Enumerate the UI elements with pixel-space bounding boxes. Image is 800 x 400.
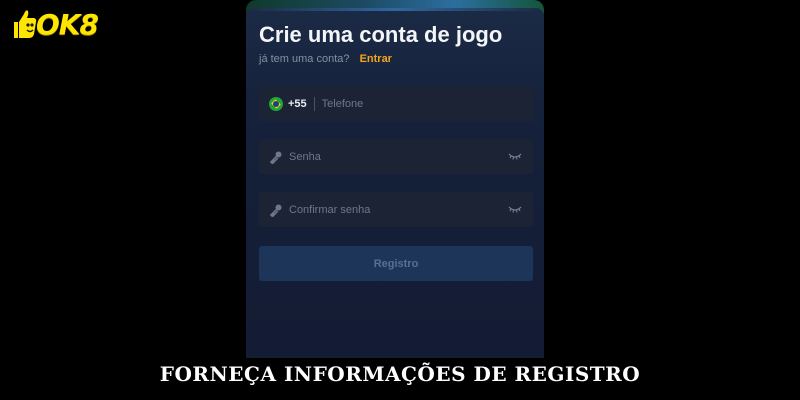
login-link[interactable]: Entrar <box>360 53 392 65</box>
eye-closed-icon[interactable] <box>508 204 522 214</box>
page-title: Crie uma conta de jogo <box>259 22 503 47</box>
key-icon <box>269 150 283 164</box>
logo: OK8 <box>8 6 99 42</box>
login-prompt: já tem uma conta? Entrar <box>259 53 392 65</box>
thumbs-up-icon <box>8 7 38 41</box>
phone-field[interactable]: +55 Telefone <box>259 86 533 121</box>
eye-closed-icon[interactable] <box>508 151 522 161</box>
key-icon <box>269 203 283 217</box>
phone-input[interactable]: Telefone <box>322 98 364 110</box>
have-account-text: já tem uma conta? <box>259 53 350 65</box>
caption: FORNEÇA INFORMAÇÕES DE REGISTRO <box>159 362 641 386</box>
register-button[interactable]: Registro <box>259 246 533 281</box>
card-glow <box>246 8 544 11</box>
password-input[interactable]: Senha <box>289 151 321 163</box>
confirm-password-input[interactable]: Confirmar senha <box>289 204 370 216</box>
brand-name: OK8 <box>36 7 99 41</box>
country-code[interactable]: +55 <box>288 98 307 110</box>
confirm-password-field[interactable]: Confirmar senha <box>259 192 533 227</box>
password-field[interactable]: Senha <box>259 139 533 174</box>
field-divider <box>313 96 315 111</box>
registration-card: Crie uma conta de jogo já tem uma conta?… <box>246 8 544 358</box>
brazil-flag-icon[interactable] <box>269 96 283 111</box>
